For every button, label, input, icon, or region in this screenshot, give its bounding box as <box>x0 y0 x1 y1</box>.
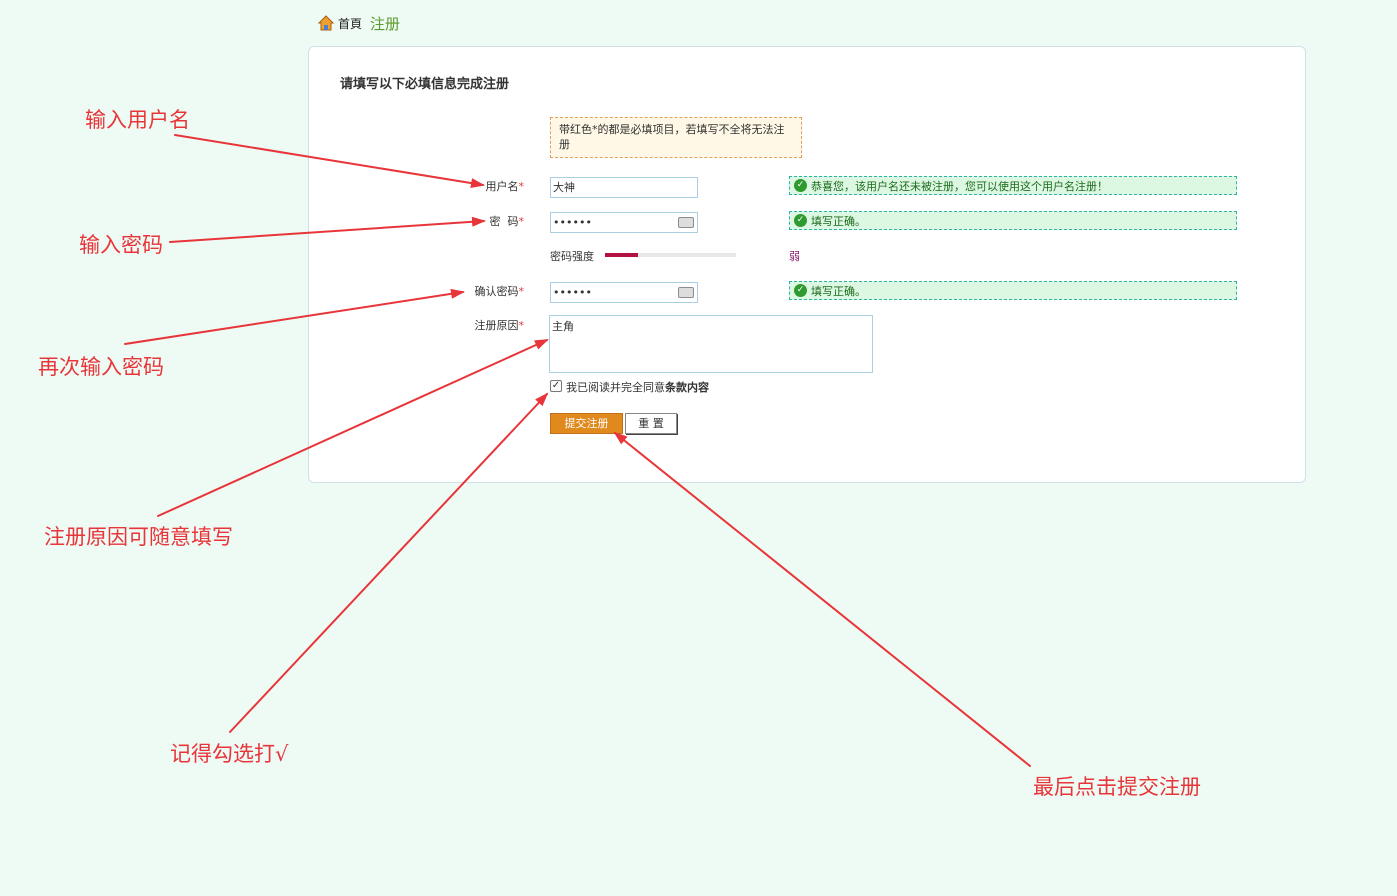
arrow-to-submit <box>613 431 1031 767</box>
annotation-password: 输入密码 <box>79 233 163 257</box>
arrow-to-username <box>174 134 485 189</box>
annotation-reason: 注册原因可随意填写 <box>44 525 233 549</box>
arrow-to-password <box>169 216 486 243</box>
annotation-confirm: 再次输入密码 <box>38 355 164 379</box>
annotation-username: 输入用户名 <box>85 108 190 132</box>
arrow-to-checkbox <box>229 392 549 733</box>
arrow-to-confirm <box>124 288 465 345</box>
annotation-checkbox: 记得勾选打√ <box>170 742 289 766</box>
arrow-to-reason <box>157 339 549 517</box>
annotation-submit: 最后点击提交注册 <box>1033 775 1201 799</box>
